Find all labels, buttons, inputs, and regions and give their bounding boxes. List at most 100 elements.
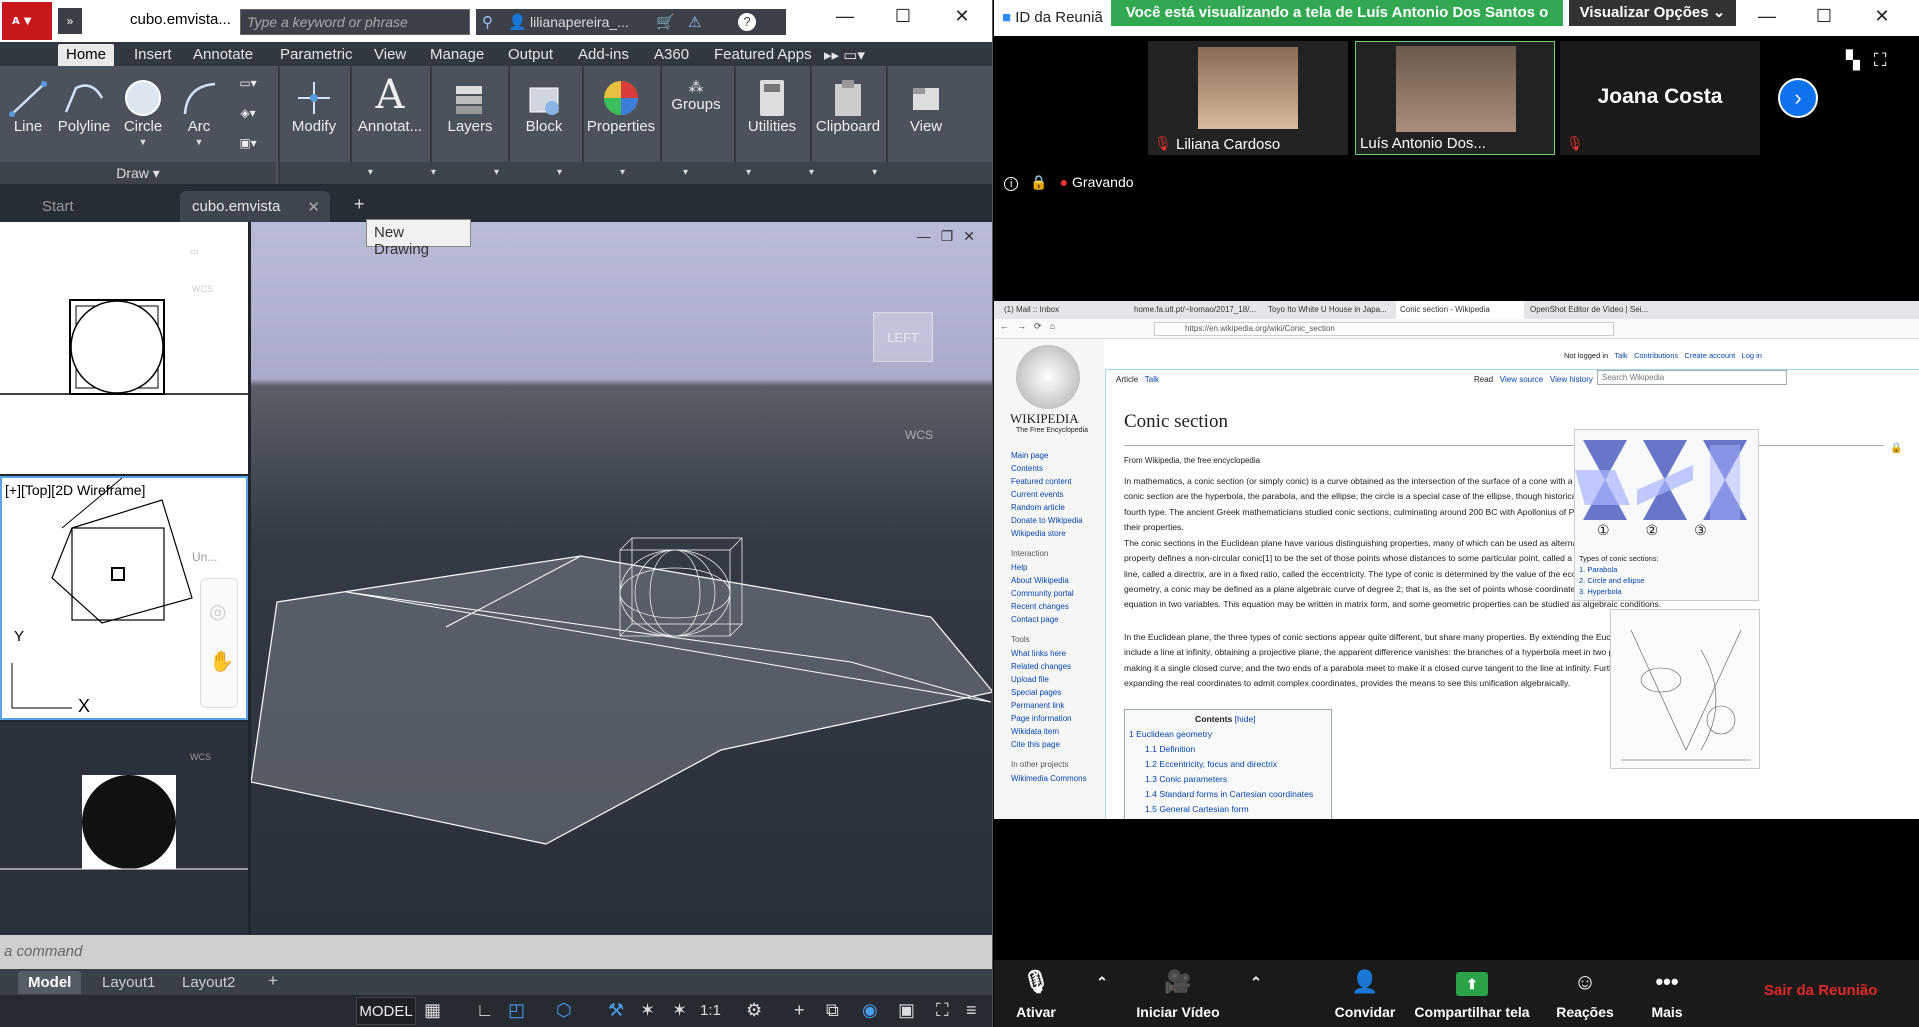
next-page-button[interactable]: › xyxy=(1778,78,1818,118)
nav-link[interactable]: Contact page xyxy=(1011,615,1059,624)
audio-options-button[interactable]: ⌃ xyxy=(1092,960,1112,1027)
tab-parametric[interactable]: Parametric xyxy=(272,44,361,66)
invite-button[interactable]: 👤 Convidar xyxy=(1332,960,1398,1027)
tab-output[interactable]: Output xyxy=(500,44,561,66)
browser-tab-active[interactable]: Conic section - Wikipedia xyxy=(1396,301,1524,319)
nav-buttons[interactable]: ←→⟳⌂ xyxy=(1000,321,1063,332)
viewport-controls[interactable]: —❐✕ xyxy=(917,228,985,245)
nav-link[interactable]: Recent changes xyxy=(1011,602,1069,611)
grid-icon[interactable]: ▦ xyxy=(424,1000,441,1021)
toc-item[interactable]: 1.4 Standard forms in Cartesian coordina… xyxy=(1145,789,1313,799)
maximize-button[interactable]: ☐ xyxy=(1804,6,1844,27)
lock-icon[interactable]: 🔒 xyxy=(1030,174,1047,190)
nav-link[interactable]: Cite this page xyxy=(1011,740,1060,749)
wcs-label[interactable]: WCS xyxy=(190,752,211,762)
arc-button[interactable]: Arc ▼ xyxy=(176,68,222,147)
user-icon[interactable]: 👤 xyxy=(508,13,527,31)
polyline-button[interactable]: Polyline xyxy=(54,68,114,135)
nav-link[interactable]: Wikimedia Commons xyxy=(1011,774,1087,783)
boundary-icon[interactable]: ▣▾ xyxy=(228,128,268,158)
video-tile-active[interactable]: Luís Antonio Dos... xyxy=(1355,41,1555,155)
close-icon[interactable]: ✕ xyxy=(307,198,320,216)
share-screen-button[interactable]: ⬆ Compartilhar tela xyxy=(1410,960,1534,1027)
block-button[interactable]: Block xyxy=(514,68,574,135)
nav-link[interactable]: Community portal xyxy=(1011,589,1074,598)
close-button[interactable]: ✕ xyxy=(1862,6,1902,27)
wcs-label[interactable]: WCS xyxy=(192,284,213,294)
add-layout-button[interactable]: + xyxy=(258,971,288,994)
tab-featured-apps[interactable]: Featured Apps xyxy=(706,44,820,66)
maximize-button[interactable]: ☐ xyxy=(883,6,923,27)
quick-access-expand-button[interactable]: » xyxy=(58,8,82,34)
nav-link[interactable]: Random article xyxy=(1011,503,1065,512)
nav-link[interactable]: About Wikipedia xyxy=(1011,576,1069,585)
chevron-down-icon[interactable]: ▼ xyxy=(120,137,166,147)
draw-extras[interactable]: ▭▾ ◈▾ ▣▾ xyxy=(228,68,268,158)
cart-icon[interactable]: 🛒 xyxy=(656,13,675,31)
ortho-icon[interactable]: ∟ xyxy=(476,1000,494,1021)
minimize-button[interactable]: — xyxy=(1747,6,1787,27)
groups-button[interactable]: ⁂ Groups xyxy=(664,66,728,113)
start-video-button[interactable]: 🎥 Iniciar Vídeo xyxy=(1128,960,1228,1027)
layout-controls[interactable]: ▚⛶ xyxy=(1846,50,1900,71)
nav-link[interactable]: Main page xyxy=(1011,451,1048,460)
tab-article[interactable]: Article xyxy=(1116,375,1138,384)
toc-item[interactable]: 1.5 General Cartesian form xyxy=(1145,804,1249,814)
toc-item[interactable]: 1.2 Eccentricity, focus and directrix xyxy=(1145,759,1277,769)
viewport-front[interactable]: ▭ WCS xyxy=(0,222,248,474)
browser-tab[interactable]: (1) Mail :: Inbox xyxy=(1000,301,1128,319)
model-space-toggle[interactable]: MODEL xyxy=(356,997,416,1025)
nav-link[interactable]: Special pages xyxy=(1011,688,1061,697)
hatch-icon[interactable]: ◈▾ xyxy=(228,98,268,128)
nav-link[interactable]: What links here xyxy=(1011,649,1066,658)
nav-link[interactable]: Wikidata item xyxy=(1011,727,1059,736)
infobox-item[interactable]: 3. Hyperbola xyxy=(1579,587,1622,596)
create-account-link[interactable]: Create account xyxy=(1684,351,1735,360)
wiki-search-input[interactable]: Search Wikipedia xyxy=(1597,370,1787,385)
login-link[interactable]: Log in xyxy=(1742,351,1762,360)
tab-read[interactable]: Read xyxy=(1474,375,1493,384)
leave-meeting-button[interactable]: Sair da Reunião xyxy=(1764,982,1877,999)
nav-link[interactable]: Related changes xyxy=(1011,662,1071,671)
navigation-bar[interactable]: ◎ ✋ xyxy=(200,578,238,708)
nav-link[interactable]: Featured content xyxy=(1011,477,1071,486)
layers-button[interactable]: Layers xyxy=(440,68,500,135)
help-icon[interactable]: ? xyxy=(738,13,756,31)
rectangle-icon[interactable]: ▭▾ xyxy=(228,68,268,98)
more-button[interactable]: ••• Mais xyxy=(1642,960,1692,1027)
scale-value[interactable]: 1:1 xyxy=(700,1002,721,1019)
toc-item[interactable]: 1.1 Definition xyxy=(1145,744,1195,754)
tab-view-history[interactable]: View history xyxy=(1550,375,1593,384)
tab-view-source[interactable]: View source xyxy=(1500,375,1543,384)
chevron-down-icon[interactable]: ▼ xyxy=(176,137,222,147)
app-menu-button[interactable]: A ▼ xyxy=(2,2,52,40)
wikipedia-logo[interactable] xyxy=(1016,345,1080,409)
panel-expanders[interactable]: ▾▾▾▾▾▾▾▾▾ xyxy=(280,162,992,184)
fullscreen-icon[interactable]: ⛶ xyxy=(936,1000,949,1021)
tab-talk[interactable]: Talk xyxy=(1145,375,1159,384)
steering-wheel-icon[interactable]: ◎ xyxy=(209,599,226,624)
hardware-accel-icon[interactable]: ◉ xyxy=(862,1000,878,1021)
menu-icon[interactable]: ≡ xyxy=(966,1000,977,1021)
clipboard-button[interactable]: Clipboard xyxy=(814,68,882,135)
viewcube-mini[interactable]: ▭ xyxy=(190,246,199,257)
tab-start[interactable]: Start xyxy=(30,191,86,222)
toc-hide-link[interactable]: [hide] xyxy=(1235,714,1256,724)
exchange-icon[interactable]: ⚠ xyxy=(688,13,701,31)
tab-home[interactable]: Home xyxy=(58,44,115,66)
browser-tab[interactable]: OpenShot Editor de Vídeo | Sei... xyxy=(1526,301,1660,319)
user-name[interactable]: lilianapereira_... xyxy=(530,14,629,30)
talk-link[interactable]: Talk xyxy=(1614,351,1627,360)
view-panel-button[interactable]: View xyxy=(896,68,956,135)
nav-link[interactable]: Upload file xyxy=(1011,675,1049,684)
draw-panel-label[interactable]: Draw ▾ xyxy=(0,162,276,184)
tab-layout2[interactable]: Layout2 xyxy=(172,971,245,994)
tab-manage[interactable]: Manage xyxy=(422,44,492,66)
annotation-button[interactable]: A Annotat... xyxy=(354,68,426,135)
tab-layout1[interactable]: Layout1 xyxy=(92,971,165,994)
nav-link[interactable]: Permanent link xyxy=(1011,701,1064,710)
wcs-label[interactable]: WCS xyxy=(905,428,933,442)
tab-view[interactable]: View xyxy=(366,44,414,66)
video-tile[interactable]: 🎙 Joana Costa xyxy=(1560,41,1760,155)
unmute-button[interactable]: 🎙 Ativar xyxy=(1006,960,1066,1027)
